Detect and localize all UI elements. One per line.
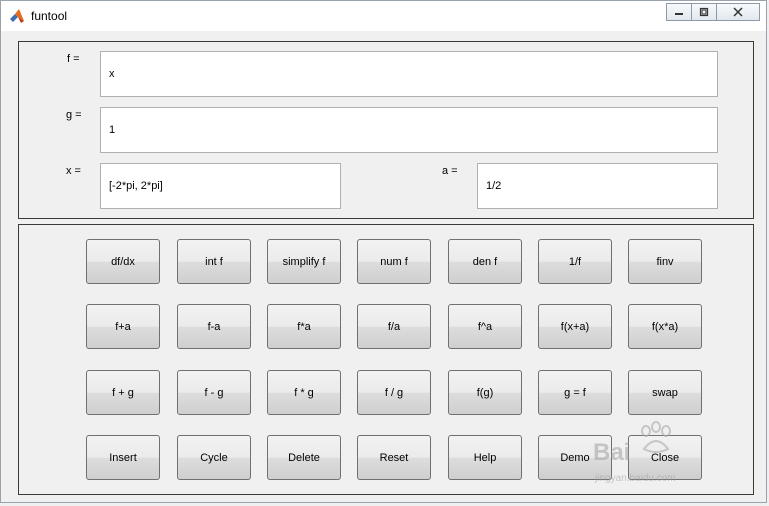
close-window-button[interactable] bbox=[716, 3, 760, 21]
window-title: funtool bbox=[31, 9, 68, 23]
f-input[interactable] bbox=[100, 51, 718, 97]
f-minus-a-button[interactable]: f-a bbox=[177, 304, 251, 349]
f-shift-a-button[interactable]: f(x+a) bbox=[538, 304, 612, 349]
df-dx-button[interactable]: df/dx bbox=[86, 239, 160, 284]
reset-button[interactable]: Reset bbox=[357, 435, 431, 480]
f-plus-a-button[interactable]: f+a bbox=[86, 304, 160, 349]
finv-button[interactable]: finv bbox=[628, 239, 702, 284]
cycle-button[interactable]: Cycle bbox=[177, 435, 251, 480]
reciprocal-f-button[interactable]: 1/f bbox=[538, 239, 612, 284]
matlab-logo-icon bbox=[9, 8, 25, 24]
restore-icon bbox=[699, 7, 709, 17]
num-f-button[interactable]: num f bbox=[357, 239, 431, 284]
maximize-button[interactable] bbox=[691, 3, 717, 21]
f-of-g-button[interactable]: f(g) bbox=[448, 370, 522, 415]
swap-button[interactable]: swap bbox=[628, 370, 702, 415]
g-equals-f-button[interactable]: g = f bbox=[538, 370, 612, 415]
delete-button[interactable]: Delete bbox=[267, 435, 341, 480]
f-times-a-button[interactable]: f*a bbox=[267, 304, 341, 349]
g-input[interactable] bbox=[100, 107, 718, 153]
minimize-button[interactable] bbox=[666, 3, 692, 21]
f-pow-a-button[interactable]: f^a bbox=[448, 304, 522, 349]
funtool-window: funtool f = g = x = a = df/dx int f simp… bbox=[0, 0, 767, 503]
a-label: a = bbox=[442, 165, 458, 177]
close-icon bbox=[733, 7, 743, 17]
insert-button[interactable]: Insert bbox=[86, 435, 160, 480]
help-button[interactable]: Help bbox=[448, 435, 522, 480]
window-controls bbox=[666, 3, 760, 21]
minimize-icon bbox=[675, 13, 683, 15]
paw-logo-icon bbox=[641, 421, 671, 453]
title-bar[interactable]: funtool bbox=[1, 1, 766, 31]
f-label: f = bbox=[67, 53, 80, 65]
f-times-g-button[interactable]: f * g bbox=[267, 370, 341, 415]
int-f-button[interactable]: int f bbox=[177, 239, 251, 284]
f-minus-g-button[interactable]: f - g bbox=[177, 370, 251, 415]
a-input[interactable] bbox=[477, 163, 718, 209]
simplify-f-button[interactable]: simplify f bbox=[267, 239, 341, 284]
watermark-brand: Bai bbox=[593, 439, 631, 466]
f-div-a-button[interactable]: f/a bbox=[357, 304, 431, 349]
f-plus-g-button[interactable]: f + g bbox=[86, 370, 160, 415]
x-range-input[interactable] bbox=[100, 163, 341, 209]
den-f-button[interactable]: den f bbox=[448, 239, 522, 284]
g-label: g = bbox=[66, 109, 82, 121]
f-scale-a-button[interactable]: f(x*a) bbox=[628, 304, 702, 349]
x-label: x = bbox=[66, 165, 81, 177]
watermark-url: jingyan.baidu.com bbox=[595, 473, 676, 484]
baidu-watermark: Bai jingyan.baidu.com bbox=[591, 421, 751, 506]
f-div-g-button[interactable]: f / g bbox=[357, 370, 431, 415]
